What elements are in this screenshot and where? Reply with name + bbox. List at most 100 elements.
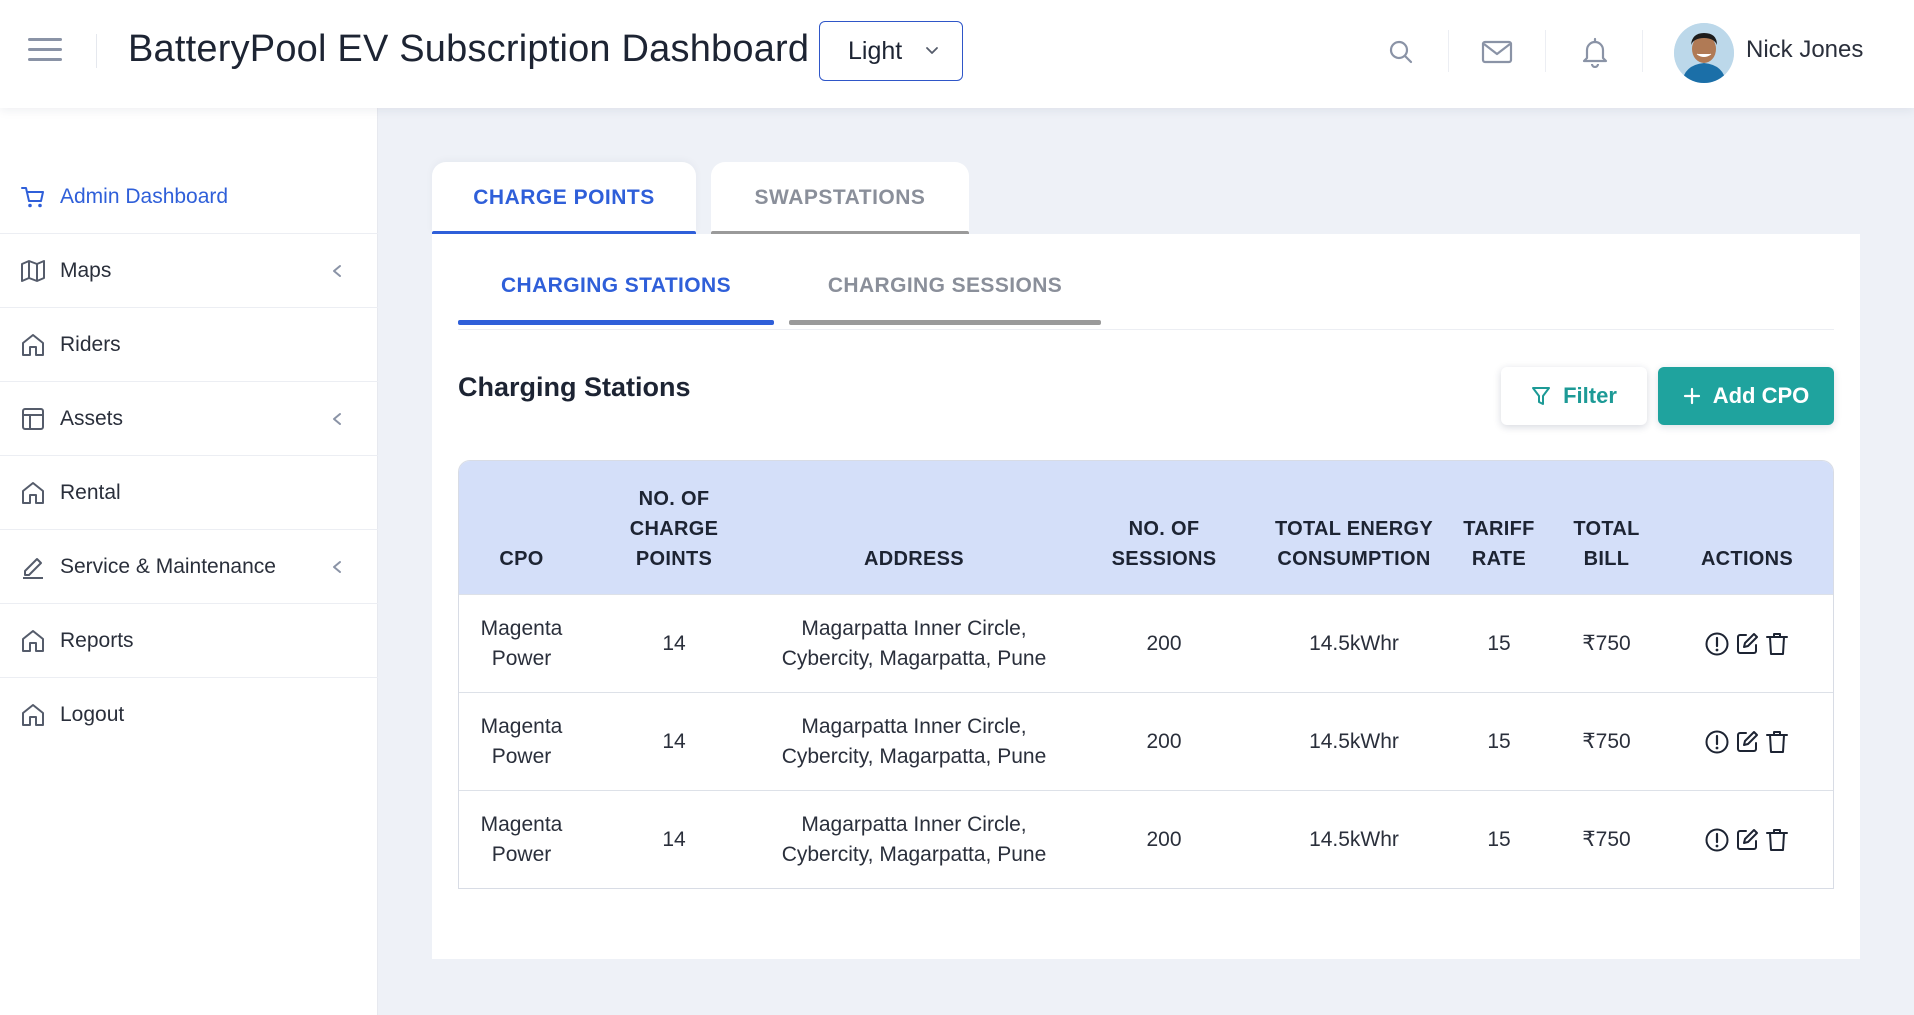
tab-charge-points[interactable]: CHARGE POINTS [432,162,696,236]
subtab-label: CHARGING STATIONS [500,274,732,297]
trash-icon[interactable] [1763,826,1791,854]
edit-icon[interactable] [1733,728,1761,756]
layout-icon [22,408,44,430]
chevron-left-icon [333,413,341,425]
bell-icon [1582,37,1608,68]
cell-sessions: 200 [1146,632,1182,655]
subtab-active-indicator [458,320,774,325]
menu-icon[interactable] [28,38,62,64]
theme-select[interactable]: Light [819,21,963,81]
cell-cpo: Magenta Power [480,715,563,768]
subtab-charging-stations[interactable]: CHARGING STATIONS [458,274,774,325]
cell-bill: ₹750 [1582,632,1631,655]
cell-address: Magarpatta Inner Circle, Cybercity, Maga… [781,715,1047,768]
sidebar-item-label: Assets [60,406,124,430]
content-card: CHARGING STATIONS CHARGING SESSIONS Char… [432,234,1860,959]
sidebar-item-rental[interactable]: Rental [0,456,378,530]
avatar-image [1674,23,1734,83]
header-divider [96,34,97,68]
charging-stations-table: CPO NO. OF CHARGE POINTS ADDRESS NO. OF … [458,460,1834,889]
chevron-left-icon [333,265,341,277]
table-header: CPO NO. OF CHARGE POINTS ADDRESS NO. OF … [459,461,1833,594]
sidebar-item-label: Logout [60,703,125,726]
cell-bill: ₹750 [1582,730,1631,753]
info-icon[interactable] [1703,728,1731,756]
cell-address: Magarpatta Inner Circle, Cybercity, Maga… [781,617,1047,670]
trash-icon[interactable] [1763,728,1791,756]
sidebar-item-logout[interactable]: Logout [0,678,378,752]
search-icon [1389,40,1413,64]
cell-charge-points: 14 [662,828,686,851]
column-header-address: ADDRESS [864,548,964,570]
pencil-icon [23,558,43,579]
tab-label: SWAPSTATIONS [754,186,926,209]
sidebar-item-reports[interactable]: Reports [0,604,378,678]
sidebar-item-label: Riders [60,332,121,356]
header-separator [1448,30,1449,72]
home-icon [22,482,44,504]
sidebar-item-assets[interactable]: Assets [0,382,378,456]
plus-icon [1683,387,1700,405]
table-row: Magenta Power 14 Magarpatta Inner Circle… [459,692,1833,790]
chevron-down-icon [926,47,938,54]
user-name[interactable]: Nick Jones [1746,36,1863,64]
cell-cpo: Magenta Power [480,617,563,670]
edit-icon[interactable] [1733,826,1761,854]
cell-actions [1659,595,1833,693]
mail-icon [1481,40,1513,64]
header-separator [1642,30,1643,72]
subtab-charging-sessions[interactable]: CHARGING SESSIONS [789,274,1101,325]
cell-charge-points: 14 [662,730,686,753]
search-button[interactable] [1379,30,1423,74]
chevron-left-icon [333,561,341,573]
trash-icon[interactable] [1763,630,1791,658]
column-header-actions: ACTIONS [1700,548,1794,570]
column-header-tariff: TARIFF RATE [1463,518,1535,570]
sidebar-item-label: Reports [60,628,134,652]
add-cpo-button-label: Add CPO [1712,383,1810,408]
info-icon[interactable] [1703,630,1731,658]
add-cpo-button[interactable]: Add CPO [1658,367,1834,425]
info-icon[interactable] [1703,826,1731,854]
column-header-bill: TOTAL BILL [1573,518,1640,570]
filter-icon [1532,387,1551,405]
cell-address: Magarpatta Inner Circle, Cybercity, Maga… [781,813,1047,866]
sidebar-item-maps[interactable]: Maps [0,234,378,308]
section-title: Charging Stations [458,372,691,402]
cell-tariff: 15 [1487,730,1511,753]
tab-swapstations[interactable]: SWAPSTATIONS [711,162,969,236]
sidebar-item-label: Service & Maintenance [60,554,276,578]
edit-icon[interactable] [1733,630,1761,658]
column-header-energy: TOTAL ENERGY CONSUMPTION [1274,518,1434,570]
notifications-button[interactable] [1573,30,1617,74]
cell-energy: 14.5kWhr [1309,632,1399,655]
theme-select-value: Light [848,36,903,65]
sidebar-item-service-maintenance[interactable]: Service & Maintenance [0,530,378,604]
top-header: BatteryPool EV Subscription Dashboard Li… [0,0,1914,108]
filter-button-label: Filter [1563,383,1617,408]
cell-bill: ₹750 [1582,828,1631,851]
sidebar: Admin Dashboard Maps Riders Assets Renta… [0,108,378,1015]
cell-energy: 14.5kWhr [1309,828,1399,851]
home-icon [22,630,44,652]
cart-icon [21,187,44,208]
avatar[interactable] [1674,23,1734,83]
messages-button[interactable] [1475,30,1519,74]
cell-energy: 14.5kWhr [1309,730,1399,753]
table-row: Magenta Power 14 Magarpatta Inner Circle… [459,790,1833,888]
cell-actions [1659,693,1833,791]
cell-sessions: 200 [1146,828,1182,851]
sidebar-item-riders[interactable]: Riders [0,308,378,382]
sidebar-item-label: Maps [60,258,112,282]
column-header-sessions: NO. OF SESSIONS [1111,518,1217,570]
cell-charge-points: 14 [662,632,686,655]
cell-tariff: 15 [1487,828,1511,851]
tab-label: CHARGE POINTS [473,186,655,209]
table-row: Magenta Power 14 Magarpatta Inner Circle… [459,594,1833,692]
home-icon [22,334,44,356]
sidebar-item-admin-dashboard[interactable]: Admin Dashboard [0,160,378,234]
map-icon [21,260,45,282]
filter-button[interactable]: Filter [1501,367,1647,425]
subtab-label: CHARGING SESSIONS [827,274,1063,297]
home-icon [22,704,44,726]
